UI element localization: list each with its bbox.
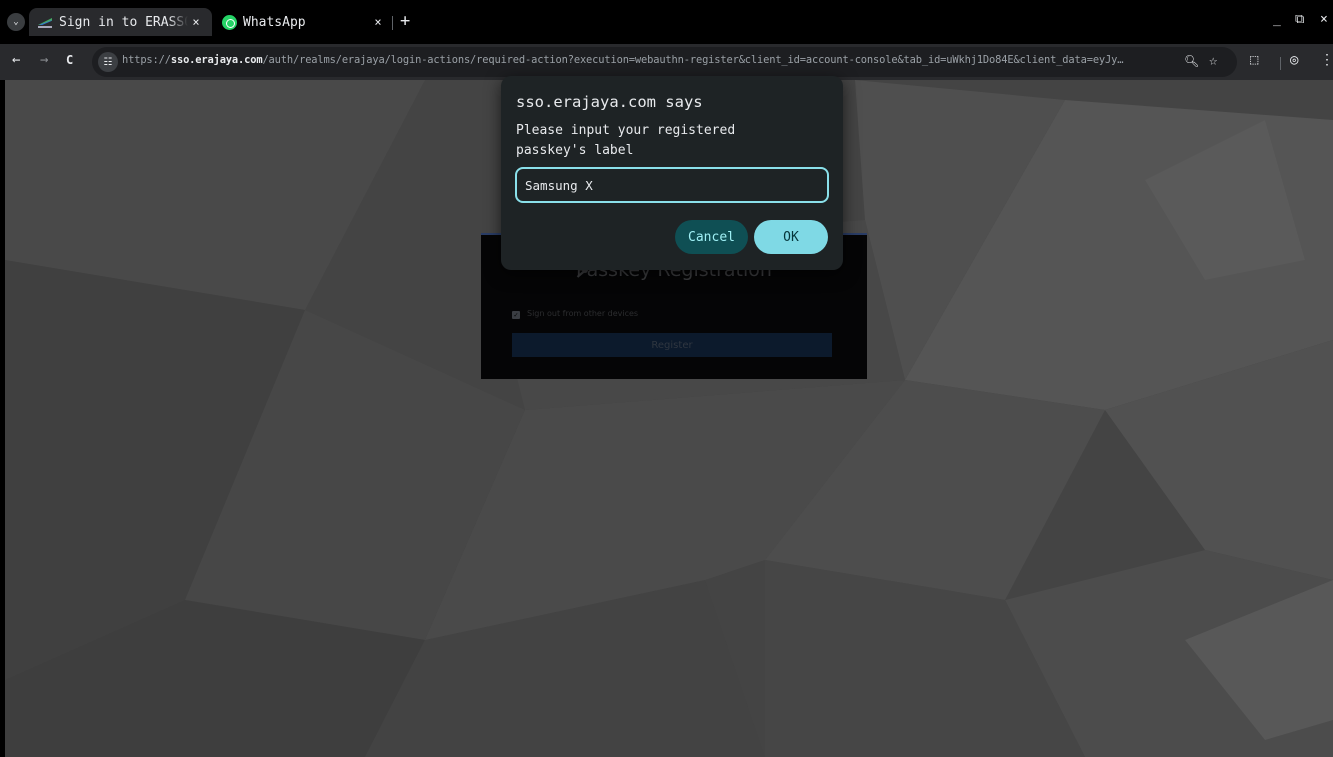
zoom-icon[interactable]: 🔍︎ (1184, 54, 1199, 68)
address-bar[interactable]: ☷ https://sso.erajaya.com/auth/realms/er… (92, 47, 1237, 77)
tab-close-icon[interactable]: × (188, 15, 204, 29)
dialog-title: sso.erajaya.com says (516, 93, 703, 111)
browser-toolbar: ← → C ☷ https://sso.erajaya.com/auth/rea… (0, 44, 1333, 80)
site-info-icon[interactable]: ☷ (98, 52, 118, 72)
sign-out-label: Sign out from other devices (527, 309, 639, 318)
reload-icon[interactable]: C (66, 53, 73, 67)
new-tab-button[interactable]: + (400, 11, 410, 31)
tab-search-icon[interactable]: ⌄ (7, 13, 25, 31)
erajaya-favicon-icon (37, 15, 53, 29)
dialog-message: Please input your registered passkey's l… (516, 123, 736, 158)
whatsapp-favicon-icon (222, 14, 237, 30)
register-button[interactable]: Register (512, 333, 832, 357)
tab-divider (392, 16, 393, 30)
minimize-icon[interactable]: _ (1273, 12, 1281, 27)
url-text[interactable]: https://sso.erajaya.com/auth/realms/eraj… (122, 54, 1182, 66)
menu-icon[interactable]: ⋮ (1320, 52, 1333, 68)
url-scheme: https:// (122, 54, 171, 66)
ok-button[interactable]: OK (754, 220, 828, 254)
toolbar-divider (1280, 57, 1281, 70)
restore-icon[interactable]: ⧉ (1295, 12, 1304, 27)
prompt-dialog: sso.erajaya.com says Please input your r… (501, 76, 843, 270)
tab-sign-in[interactable]: Sign in to ERASSO × (29, 8, 212, 36)
url-host: sso.erajaya.com (170, 54, 263, 66)
tab-title: Sign in to ERASSO (59, 14, 188, 30)
tab-close-icon[interactable]: × (370, 15, 386, 29)
bookmark-star-icon[interactable]: ☆ (1209, 53, 1217, 69)
back-icon[interactable]: ← (12, 52, 20, 68)
profile-icon[interactable]: ◎ (1290, 52, 1298, 68)
tab-strip: ⌄ Sign in to ERASSO × WhatsApp × + _ ⧉ × (0, 0, 1333, 44)
forward-icon[interactable]: → (40, 52, 48, 68)
close-window-icon[interactable]: × (1320, 12, 1328, 27)
tab-whatsapp[interactable]: WhatsApp × (214, 8, 394, 36)
extensions-icon[interactable]: ⬚ (1250, 52, 1258, 68)
sign-out-checkbox[interactable]: ✓ (512, 311, 520, 319)
tab-title: WhatsApp (243, 14, 306, 30)
passkey-label-input[interactable] (515, 167, 829, 203)
cancel-button[interactable]: Cancel (675, 220, 748, 254)
url-path: /auth/realms/erajaya/login-actions/requi… (262, 54, 1124, 66)
